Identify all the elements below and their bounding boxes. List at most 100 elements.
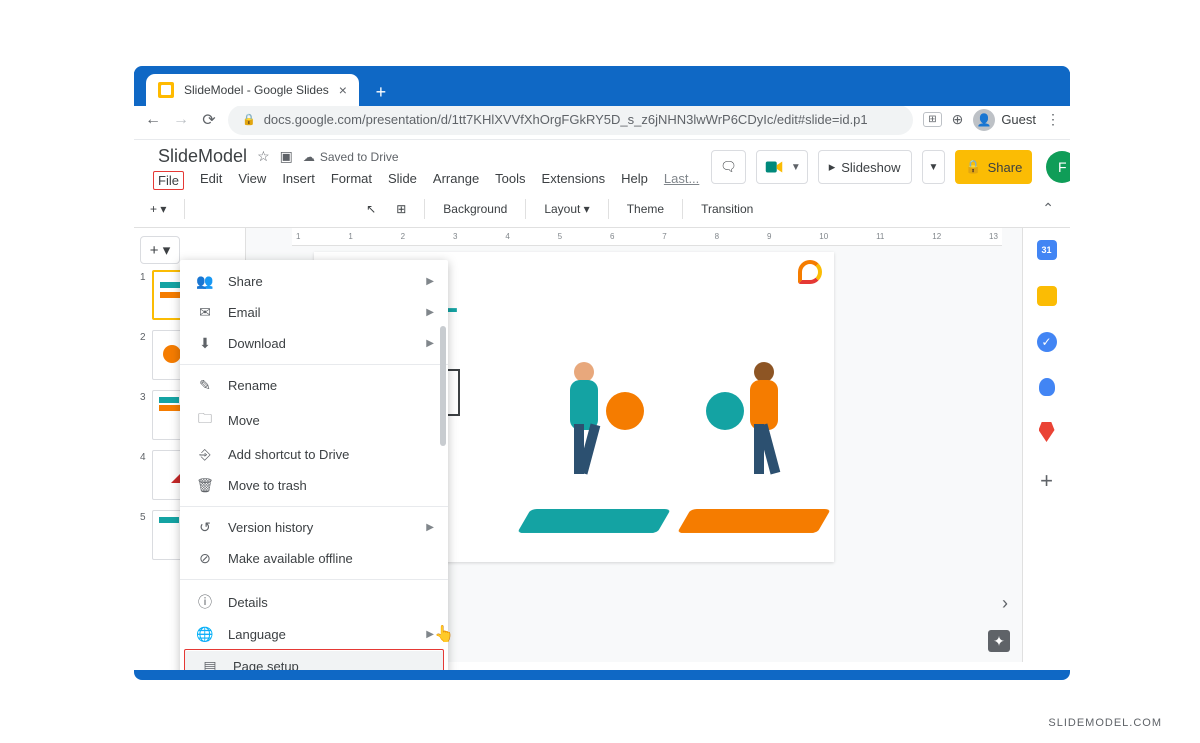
account-avatar[interactable]: F [1046, 151, 1070, 183]
menu-help[interactable]: Help [621, 171, 648, 190]
menu-item-move[interactable]: 🗀Move [180, 401, 448, 439]
comments-button[interactable]: 🗨 [711, 150, 746, 184]
shortcut-icon: ⎆ [196, 446, 214, 463]
globe-icon: 🌐 [196, 626, 214, 643]
url-text: docs.google.com/presentation/d/1tt7KHlXV… [264, 112, 868, 127]
file-menu-dropdown: 👥Share▶ ✉Email▶ ⬇Download▶ ✎Rename 🗀Move… [180, 260, 448, 670]
play-icon: ▸ [829, 159, 836, 175]
page-setup-icon: ▤ [201, 658, 219, 670]
add-slide-button[interactable]: + ▾ [140, 236, 180, 264]
thumb-number: 1 [140, 270, 148, 320]
collapse-toolbar-icon[interactable]: ⌃ [1034, 200, 1062, 217]
toolbar-background[interactable]: Background [435, 198, 515, 220]
menu-bar: File Edit View Insert Format Slide Arran… [158, 171, 699, 190]
toolbar-transition[interactable]: Transition [693, 198, 761, 220]
thumb-number: 3 [140, 390, 148, 440]
slideshow-dropdown[interactable]: ▼ [922, 150, 946, 184]
maps-icon[interactable] [1039, 422, 1055, 442]
browser-tab[interactable]: SlideModel - Google Slides × [146, 74, 359, 106]
tab-close-icon[interactable]: × [339, 82, 347, 98]
url-input[interactable]: 🔒 docs.google.com/presentation/d/1tt7KHl… [228, 105, 913, 135]
menu-item-email[interactable]: ✉Email▶ [180, 297, 448, 328]
slidemodel-logo-icon [798, 260, 822, 284]
menu-tools[interactable]: Tools [495, 171, 525, 190]
profile-avatar-icon: 👤 [973, 109, 995, 131]
star-icon[interactable]: ☆ [257, 148, 270, 165]
new-slide-toolbar[interactable]: + ▾ [142, 198, 174, 220]
lock-share-icon: 🔒 [965, 159, 981, 175]
header-actions: 🗨 ▼ ▸ Slideshow ▼ 🔒 Share F [711, 150, 1070, 184]
lock-icon: 🔒 [242, 113, 256, 126]
email-icon: ✉ [196, 304, 214, 321]
horizontal-ruler: 112345678910111213 [292, 228, 1002, 246]
slides-app: SlideModel ☆ ▣ ☁ Saved to Drive File Edi… [134, 140, 1070, 670]
share-button[interactable]: 🔒 Share [955, 150, 1032, 184]
menu-view[interactable]: View [238, 171, 266, 190]
menu-file[interactable]: File [153, 171, 184, 190]
scroll-right-icon[interactable]: › [1002, 593, 1008, 614]
menu-last-edit[interactable]: Last... [664, 171, 699, 190]
menu-item-rename[interactable]: ✎Rename [180, 370, 448, 401]
browser-window: SlideModel - Google Slides × + ← → ⟳ 🔒 d… [134, 66, 1070, 680]
contacts-icon[interactable] [1039, 378, 1055, 396]
menu-arrange[interactable]: Arrange [433, 171, 479, 190]
menu-item-share[interactable]: 👥Share▶ [180, 266, 448, 297]
profile-label: Guest [1001, 112, 1036, 127]
tab-title: SlideModel - Google Slides [184, 83, 329, 97]
download-icon: ⬇ [196, 335, 214, 352]
toolbar-layout[interactable]: Layout ▾ [536, 198, 597, 220]
drive-status[interactable]: ☁ Saved to Drive [303, 150, 399, 164]
menu-item-details[interactable]: ⓘDetails [180, 585, 448, 619]
menu-item-add-shortcut[interactable]: ⎆Add shortcut to Drive [180, 439, 448, 470]
trash-icon: 🗑 [196, 477, 214, 494]
profile-chip[interactable]: 👤 Guest [973, 109, 1036, 131]
meet-button[interactable]: ▼ [756, 150, 808, 184]
slideshow-button[interactable]: ▸ Slideshow [818, 150, 912, 184]
cursor-pointer-icon: 👆 [434, 624, 1036, 644]
cursor-tool-icon[interactable]: ↖ [358, 198, 384, 220]
install-icon[interactable]: ⊕ [952, 111, 964, 128]
menu-item-offline[interactable]: ⊘Make available offline [180, 543, 448, 574]
addons-plus-icon[interactable]: + [1040, 468, 1053, 494]
menu-item-page-setup[interactable]: ▤Page setup [185, 651, 443, 670]
menu-item-language[interactable]: 🌐Language▶ [180, 619, 448, 650]
menu-extensions[interactable]: Extensions [542, 171, 606, 190]
menu-item-version-history[interactable]: ↺Version history▶ [180, 512, 448, 543]
menu-edit[interactable]: Edit [200, 171, 222, 190]
back-icon[interactable]: ← [144, 111, 162, 129]
menu-item-download[interactable]: ⬇Download▶ [180, 328, 448, 359]
toolbar-theme[interactable]: Theme [619, 198, 672, 220]
toolbar: + ▾ undo redo print paint zoom ↖ ⊞ Backg… [134, 190, 1070, 228]
keep-icon[interactable] [1037, 286, 1057, 306]
menu-insert[interactable]: Insert [282, 171, 315, 190]
share-icon: 👥 [196, 273, 214, 290]
app-header: SlideModel ☆ ▣ ☁ Saved to Drive File Edi… [134, 140, 1070, 190]
textbox-tool-icon[interactable]: ⊞ [388, 198, 414, 220]
info-icon: ⓘ [196, 592, 214, 612]
tab-strip: SlideModel - Google Slides × + [134, 72, 1070, 106]
new-tab-button[interactable]: + [367, 78, 395, 106]
kebab-menu-icon[interactable]: ⋮ [1046, 111, 1060, 128]
cloud-icon: ☁ [303, 150, 315, 164]
translate-icon[interactable]: ⊞ [923, 112, 941, 127]
reload-icon[interactable]: ⟳ [200, 110, 218, 130]
tasks-icon[interactable] [1037, 332, 1057, 352]
menu-format[interactable]: Format [331, 171, 372, 190]
rename-icon: ✎ [196, 377, 214, 394]
slides-favicon-icon [158, 82, 174, 98]
move-icon: 🗀 [196, 408, 214, 432]
thumb-number: 2 [140, 330, 148, 380]
history-icon: ↺ [196, 519, 214, 536]
calendar-icon[interactable] [1037, 240, 1057, 260]
thumb-number: 4 [140, 450, 148, 500]
menu-item-trash[interactable]: 🗑Move to trash [180, 470, 448, 501]
slide-illustration [514, 322, 844, 562]
side-panel: + [1022, 228, 1070, 662]
address-bar: ← → ⟳ 🔒 docs.google.com/presentation/d/1… [134, 100, 1070, 140]
watermark: SLIDEMODEL.COM [1048, 717, 1162, 729]
menu-slide[interactable]: Slide [388, 171, 417, 190]
forward-icon[interactable]: → [172, 111, 190, 129]
document-title[interactable]: SlideModel [158, 146, 247, 167]
move-folder-icon[interactable]: ▣ [280, 148, 293, 165]
thumb-number: 5 [140, 510, 148, 560]
